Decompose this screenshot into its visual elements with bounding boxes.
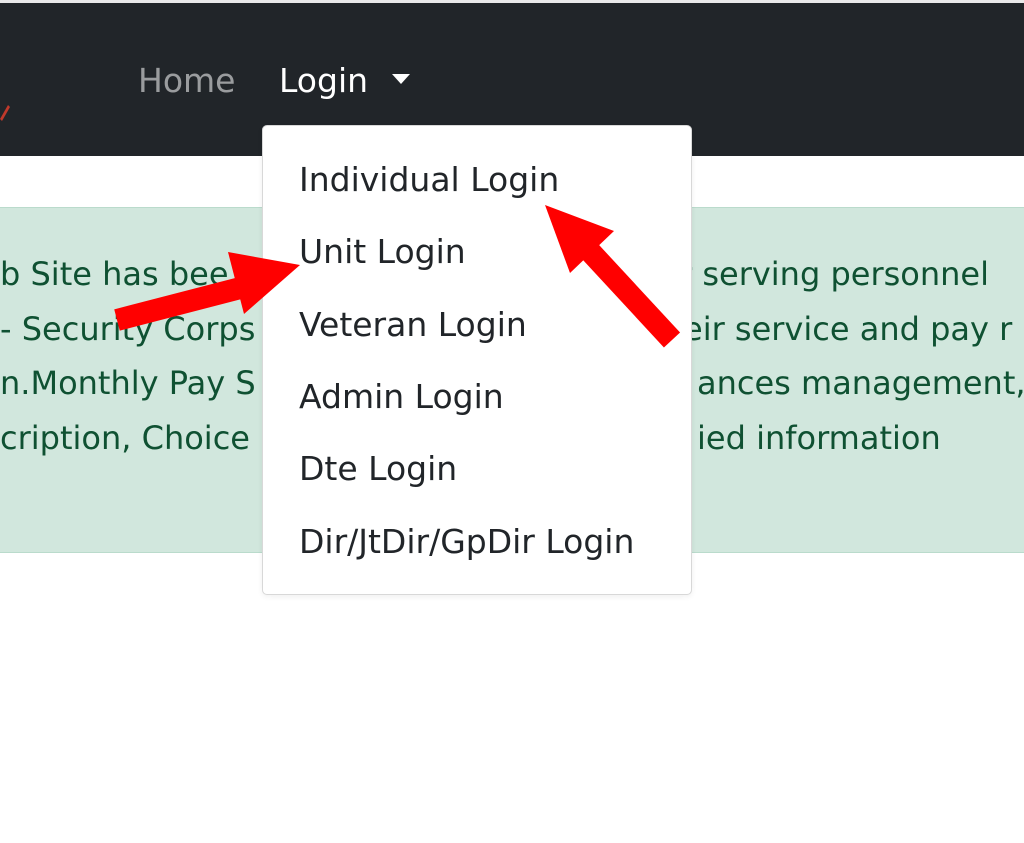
login-dropdown-menu: Individual Login Unit Login Veteran Logi… xyxy=(262,125,692,595)
dropdown-item-veteran-login[interactable]: Veteran Login xyxy=(299,303,527,347)
alert-text-line: r serving personnel xyxy=(679,255,989,293)
dropdown-item-admin-login[interactable]: Admin Login xyxy=(299,375,504,419)
nav-login-dropdown-toggle[interactable]: Login xyxy=(279,59,368,103)
alert-text-line: ances management, xyxy=(697,364,1024,402)
caret-down-icon[interactable] xyxy=(392,74,410,84)
dropdown-item-dir-jtdir-gpdir-login[interactable]: Dir/JtDir/GpDir Login xyxy=(299,520,634,564)
dropdown-item-dte-login[interactable]: Dte Login xyxy=(299,447,457,491)
brand-logo-fragment[interactable] xyxy=(0,99,10,127)
alert-text-line: ied information xyxy=(697,419,941,457)
alert-text-line: eir service and pay r xyxy=(683,310,1013,348)
alert-text-line: - Security Corps xyxy=(0,310,256,348)
dropdown-item-individual-login[interactable]: Individual Login xyxy=(299,158,559,202)
page: Home Login b Site has bee r serving pers… xyxy=(0,0,1024,843)
alert-text-line: b Site has bee xyxy=(0,255,229,293)
dropdown-item-unit-login[interactable]: Unit Login xyxy=(299,230,466,274)
alert-text-line: n.Monthly Pay S xyxy=(0,364,256,402)
alert-text-line: cription, Choice xyxy=(0,419,250,457)
nav-home-link[interactable]: Home xyxy=(138,59,235,103)
